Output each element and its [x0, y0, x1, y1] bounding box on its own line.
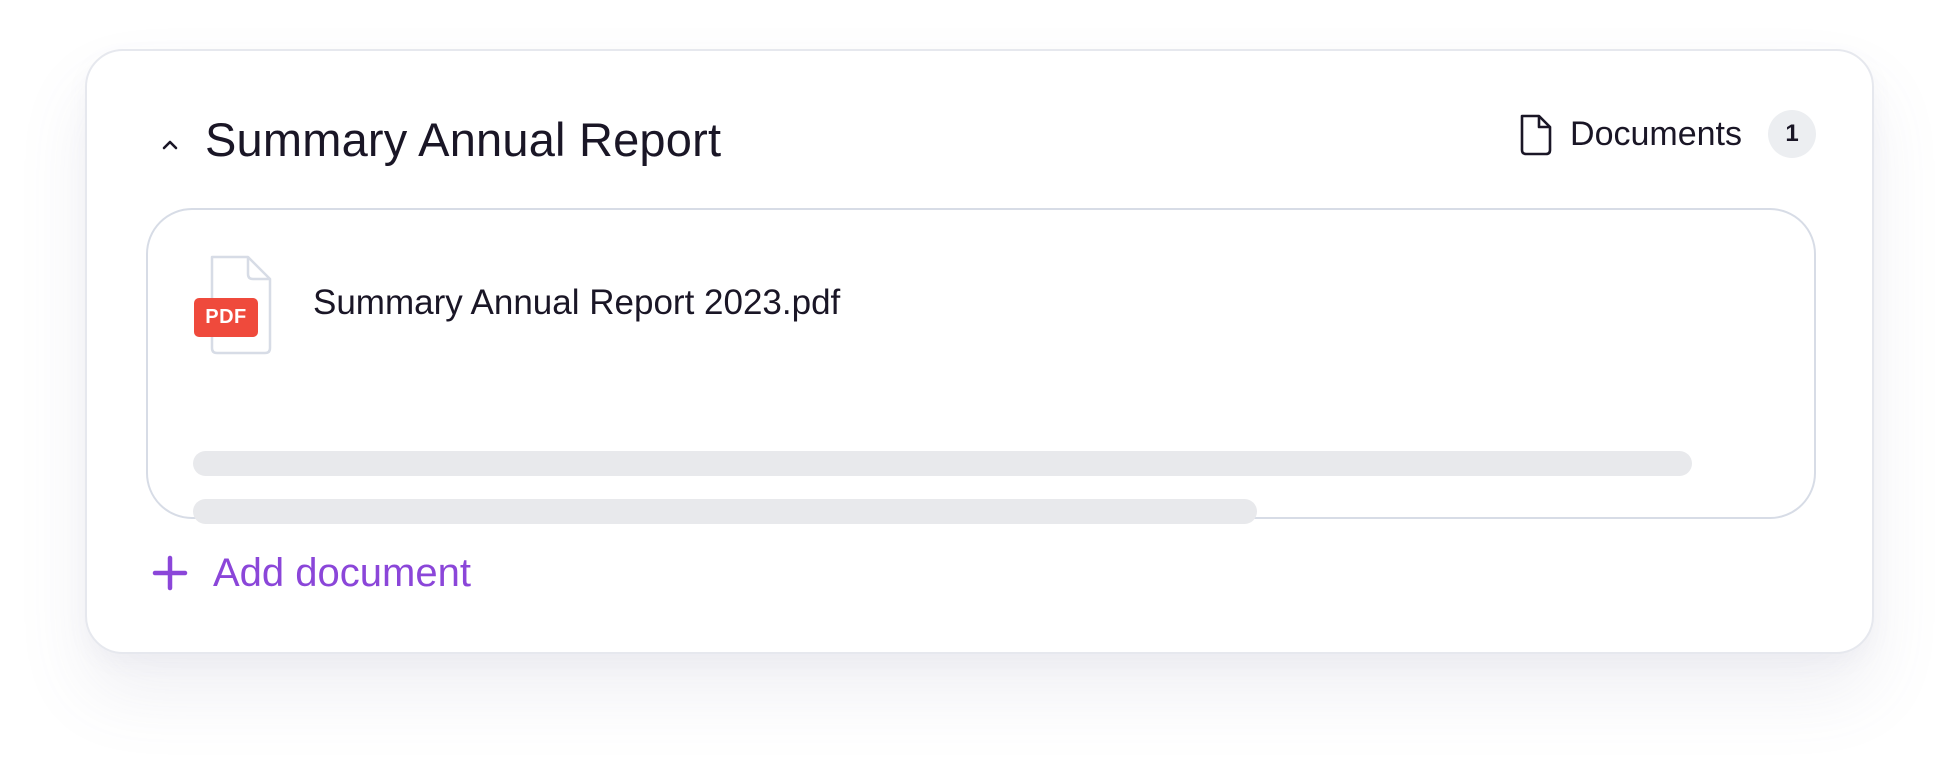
document-icon	[1516, 111, 1556, 157]
document-file-name[interactable]: Summary Annual Report 2023.pdf	[313, 281, 840, 325]
add-document-button[interactable]: Add document	[151, 545, 471, 601]
preview-skeleton-line	[193, 451, 1692, 476]
documents-label: Documents	[1570, 114, 1742, 153]
add-document-label: Add document	[213, 550, 471, 595]
preview-skeleton-line	[193, 499, 1257, 524]
collapse-toggle-button[interactable]	[153, 128, 187, 162]
section-header: Summary Annual Report Documents 1	[87, 51, 1872, 211]
chevron-up-icon	[162, 140, 178, 150]
document-item[interactable]: PDF Summary Annual Report 2023.pdf	[146, 208, 1816, 524]
plus-icon	[151, 554, 189, 592]
pdf-file-icon: PDF	[194, 255, 272, 355]
section-title: Summary Annual Report	[205, 113, 722, 166]
pdf-badge-label: PDF	[205, 306, 247, 328]
documents-count-badge: 1	[1768, 110, 1816, 158]
document-section-card: Summary Annual Report Documents 1 PDF Su…	[85, 49, 1874, 654]
documents-indicator[interactable]: Documents 1	[1516, 109, 1816, 159]
